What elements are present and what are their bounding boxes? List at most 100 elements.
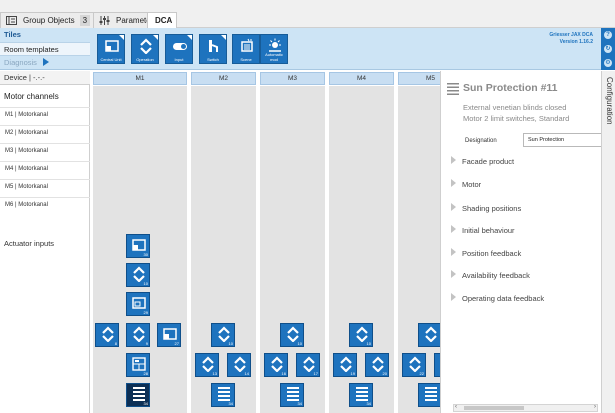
central-unit-label: Central Unit: [100, 57, 122, 62]
tile-number: 28: [143, 371, 148, 376]
automatic-mode-label: Automatic mod: [265, 52, 283, 62]
tab-dca-label: DCA: [155, 16, 173, 25]
central-unit-icon: [105, 40, 119, 52]
motor-channel-item[interactable]: M1 | Motorkanal: [0, 107, 90, 121]
operation-button[interactable]: Operation: [131, 34, 159, 64]
section-shading-positions[interactable]: Shading positions: [451, 202, 521, 216]
configuration-side-tab[interactable]: Configuration: [601, 71, 615, 413]
refresh-icon[interactable]: ↻: [604, 45, 612, 53]
blind-tile[interactable]: 34: [349, 383, 373, 407]
section-operating-data-feedback[interactable]: Operating data feedback: [451, 292, 544, 306]
column-header-m4: M4: [329, 72, 394, 85]
section-label: Shading positions: [462, 204, 522, 213]
tile-number: 14: [244, 371, 249, 376]
tile-number: 10: [366, 341, 371, 346]
expand-arrow-icon: [451, 225, 456, 233]
dropdown-indicator-icon: [221, 35, 226, 40]
object-subtitle-2: Motor 2 limit switches, Standard: [463, 114, 570, 123]
blind-tile[interactable]: 34: [211, 383, 235, 407]
tile-number: 13: [212, 371, 217, 376]
operation-tile[interactable]: 10: [280, 323, 304, 347]
section-availability-feedback[interactable]: Availability feedback: [451, 269, 530, 283]
ribbon: Tiles Room templates Diagnosis Central U…: [0, 28, 615, 70]
tile-number: 8: [114, 341, 117, 346]
operation-icon: [409, 356, 421, 372]
operation-tile[interactable]: 22: [402, 353, 426, 377]
operation-icon: [140, 38, 152, 54]
motor-channel-item[interactable]: M4 | Motorkanal: [0, 161, 90, 175]
motor-channel-item[interactable]: M6 | Motorkanal: [0, 197, 90, 211]
tab-group-objects[interactable]: Group Objects 3: [0, 12, 96, 28]
central-unit-tile[interactable]: 27: [157, 323, 181, 347]
central-unit-tile[interactable]: 30: [126, 234, 150, 258]
operation-tile[interactable]: 9: [126, 323, 150, 347]
scene-label: Scene: [240, 57, 252, 62]
switch-icon: [209, 40, 218, 52]
section-position-feedback[interactable]: Position feedback: [451, 247, 521, 261]
room-templates-item[interactable]: Room templates: [0, 42, 90, 56]
operation-tile[interactable]: 16: [264, 353, 288, 377]
tile-number: 34: [366, 401, 371, 406]
blind-tile[interactable]: [418, 383, 440, 407]
object-title: Sun Protection #11: [463, 82, 558, 94]
horizontal-scrollbar[interactable]: ‹ ›: [453, 404, 598, 412]
device-selector[interactable]: Device | -.-.-: [0, 71, 90, 85]
operation-icon: [218, 326, 230, 342]
venetian-blind-icon: [356, 387, 368, 401]
central-unit-tile[interactable]: 29: [126, 292, 150, 316]
tiles-panel: Tiles Room templates Diagnosis: [0, 28, 90, 70]
operation-tile[interactable]: 13: [195, 353, 219, 377]
operation-tile[interactable]: 10: [126, 263, 150, 287]
operation-tile[interactable]: 10: [211, 323, 235, 347]
operation-icon: [271, 356, 283, 372]
motor-channel-item[interactable]: M3 | Motorkanal: [0, 143, 90, 157]
parameters-icon: [99, 16, 110, 25]
designation-label: Designation: [465, 138, 497, 144]
brand-info: Griesser JAX DCA Version 1.16.2: [549, 32, 593, 46]
dropdown-indicator-icon: [153, 35, 158, 40]
help-icon[interactable]: ?: [604, 31, 612, 39]
switch-button[interactable]: Switch: [199, 34, 227, 64]
scroll-left-icon[interactable]: ‹: [455, 404, 457, 411]
expand-arrow-icon: [451, 179, 456, 187]
section-label: Initial behaviour: [462, 226, 515, 235]
section-facade-product[interactable]: Facade product: [451, 155, 514, 169]
operation-tile[interactable]: 19: [333, 353, 357, 377]
operation-tile[interactable]: [418, 323, 440, 347]
central-unit-button[interactable]: Central Unit: [97, 34, 125, 64]
motor-channel-item[interactable]: M5 | Motorkanal: [0, 179, 90, 193]
operation-tile[interactable]: 14: [227, 353, 251, 377]
tile-number: 34: [297, 401, 302, 406]
section-motor[interactable]: Motor: [451, 178, 481, 192]
position-icon: [132, 297, 146, 309]
venetian-blind-icon: [425, 387, 437, 401]
tile-number: 17: [313, 371, 318, 376]
central-unit-icon: [163, 328, 177, 340]
blind-tile[interactable]: 34: [126, 383, 150, 407]
section-label: Motor: [462, 180, 482, 189]
designation-input[interactable]: [523, 133, 602, 147]
column-header-m5: M5: [398, 72, 440, 85]
operation-icon: [372, 356, 384, 372]
scene-button[interactable]: Scene: [232, 34, 260, 64]
section-initial-behaviour[interactable]: Initial behaviour: [451, 224, 515, 238]
motor-channel-item[interactable]: M2 | Motorkanal: [0, 125, 90, 139]
group-objects-icon: [6, 16, 17, 25]
scroll-right-icon[interactable]: ›: [594, 404, 596, 411]
operation-icon: [133, 266, 145, 282]
settings-icon[interactable]: ⚙: [604, 59, 612, 67]
operation-tile[interactable]: 20: [365, 353, 389, 377]
diagnosis-item[interactable]: Diagnosis: [0, 56, 90, 70]
operation-tile[interactable]: 17: [296, 353, 320, 377]
operation-icon: [102, 326, 114, 342]
scrollbar-thumb[interactable]: [464, 406, 524, 410]
feedback-tile[interactable]: 28: [126, 353, 150, 377]
operation-tile[interactable]: 8: [95, 323, 119, 347]
input-button[interactable]: Input: [165, 34, 193, 64]
dropdown-indicator-icon: [119, 35, 124, 40]
blind-tile[interactable]: 34: [280, 383, 304, 407]
operation-tile[interactable]: 10: [349, 323, 373, 347]
automatic-mode-button[interactable]: Automatic mod: [260, 34, 288, 64]
tab-dca[interactable]: DCA: [147, 12, 178, 29]
actuator-inputs-header[interactable]: Actuator inputs: [0, 236, 90, 252]
